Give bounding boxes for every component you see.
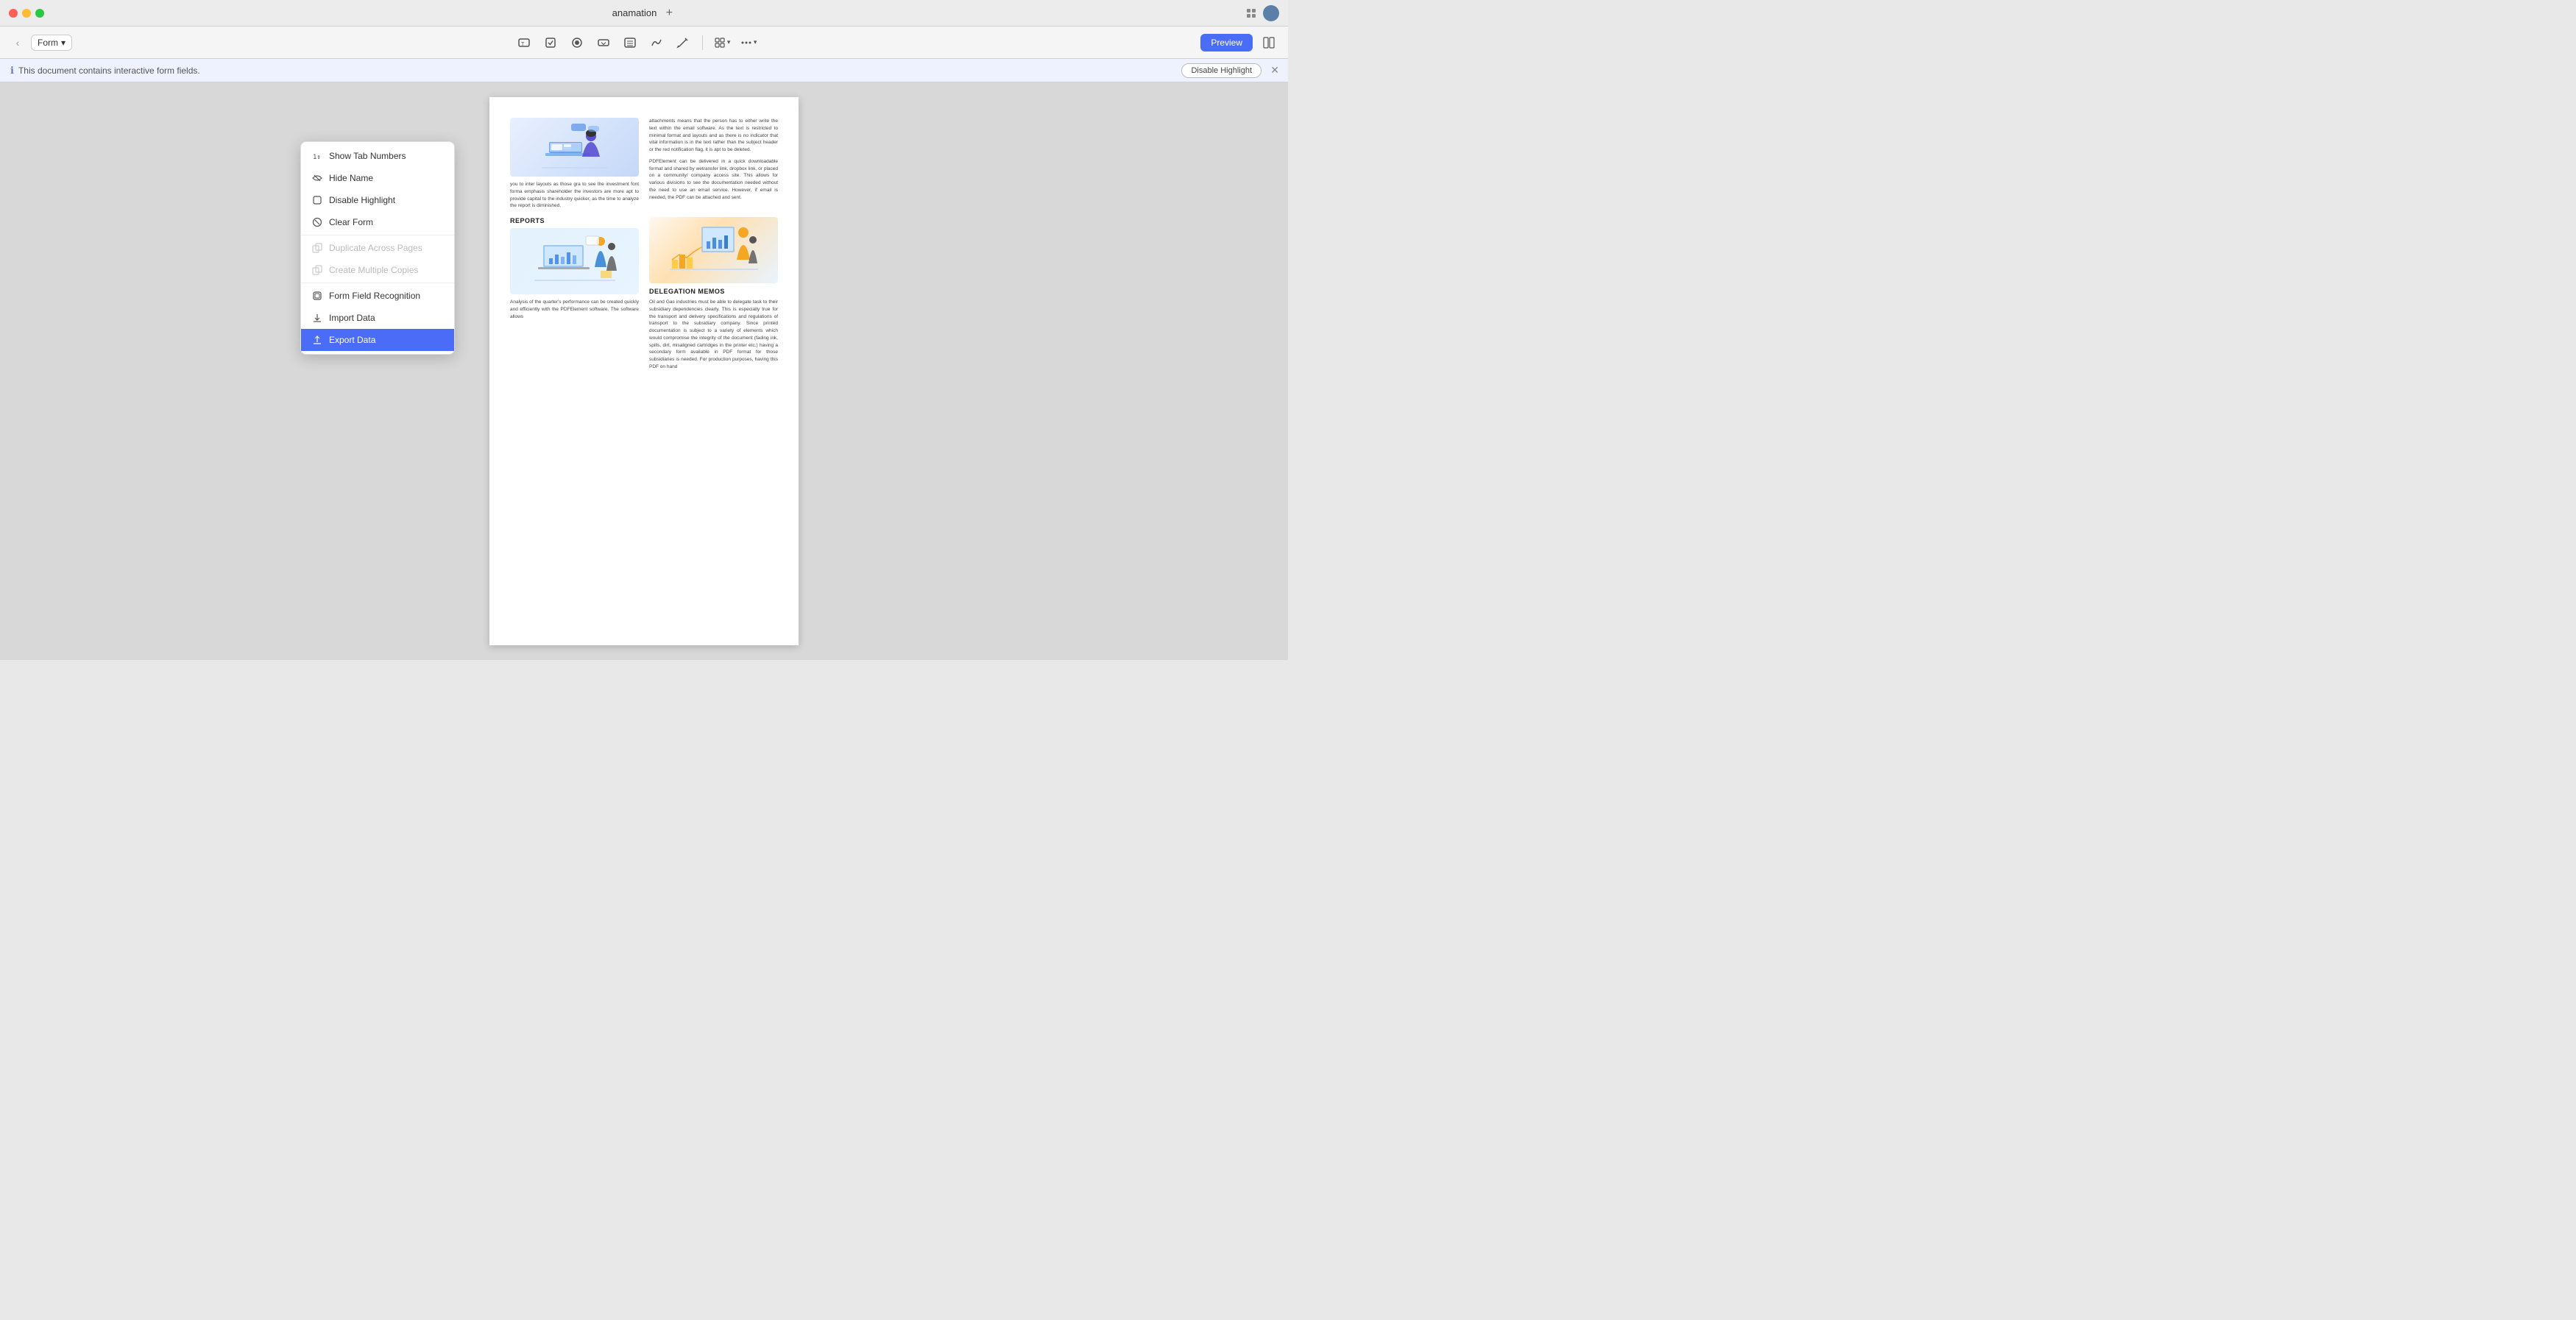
pdf-reports-illustration <box>510 228 639 294</box>
dropdown-menu: 1↕ Show Tab Numbers Hide Name Disable H <box>300 141 455 355</box>
hide-name-icon <box>311 172 323 184</box>
menu-item-hide-name[interactable]: Hide Name <box>301 167 454 189</box>
close-info-button[interactable]: ✕ <box>1270 64 1279 77</box>
pdf-right-col: attachments means that the person has to… <box>649 118 778 210</box>
pdf-reports-left: REPORTS <box>510 217 639 371</box>
menu-item-duplicate-across-pages: Duplicate Across Pages <box>301 237 454 259</box>
draw-icon[interactable] <box>673 32 693 53</box>
main-area: you to inter layouts as those gra to see… <box>0 82 1288 660</box>
pdf-reports-section: REPORTS <box>510 217 778 371</box>
pdf-left-text: you to inter layouts as those gra to see… <box>510 181 639 210</box>
import-data-icon <box>311 312 323 324</box>
avatar[interactable] <box>1263 5 1279 21</box>
duplicate-across-pages-label: Duplicate Across Pages <box>329 243 422 253</box>
title-bar: anamation + <box>0 0 1288 26</box>
toolbar-separator <box>702 35 703 50</box>
create-multiple-copies-label: Create Multiple Copies <box>329 265 418 275</box>
app-title: anamation <box>612 7 657 18</box>
info-bar: ℹ This document contains interactive for… <box>0 59 1288 82</box>
tab-numbers-icon: 1↕ <box>311 150 323 162</box>
multiple-copies-icon <box>311 264 323 276</box>
text-field-icon[interactable]: T <box>514 32 534 53</box>
svg-text:T: T <box>521 42 525 47</box>
menu-item-clear-form[interactable]: Clear Form <box>301 211 454 233</box>
toolbar-left: ‹ Form ▾ <box>9 34 72 52</box>
pdf-left-col: you to inter layouts as those gra to see… <box>510 118 639 210</box>
layout-toggle-icon[interactable] <box>1259 32 1279 53</box>
pdf-page: you to inter layouts as those gra to see… <box>489 97 799 645</box>
pdf-illustration-person <box>510 118 639 177</box>
menu-item-disable-highlight[interactable]: Disable Highlight <box>301 189 454 211</box>
minimize-button[interactable] <box>22 9 31 18</box>
dropdown-field-icon[interactable] <box>593 32 614 53</box>
list-field-icon[interactable] <box>620 32 640 53</box>
delegation-text: Oil and Gas industries must be able to d… <box>649 299 778 371</box>
new-tab-button[interactable]: + <box>662 7 676 20</box>
pdf-delegation-col: DELEGATION MEMOS Oil and Gas industries … <box>649 217 778 371</box>
title-right <box>1245 5 1279 21</box>
chevron-down-icon: ▾ <box>61 38 66 48</box>
reports-text: Analysis of the quarter's performance ca… <box>510 299 639 320</box>
menu-item-form-field-recognition[interactable]: Form Field Recognition <box>301 285 454 307</box>
pdf-body-text-2: PDFElement can be delivered in a quick d… <box>649 158 778 202</box>
import-data-label: Import Data <box>329 313 375 323</box>
export-data-icon <box>311 334 323 346</box>
delegation-title: DELEGATION MEMOS <box>649 288 778 295</box>
more-icon[interactable]: ▾ <box>738 32 759 53</box>
close-button[interactable] <box>9 9 18 18</box>
form-field-recognition-icon <box>311 290 323 302</box>
export-data-label: Export Data <box>329 335 375 345</box>
form-field-recognition-label: Form Field Recognition <box>329 291 420 301</box>
info-message: This document contains interactive form … <box>18 65 200 76</box>
arrange-icon[interactable]: ▾ <box>712 32 732 53</box>
hide-name-label: Hide Name <box>329 173 373 183</box>
traffic-lights <box>9 9 44 18</box>
form-label: Form <box>38 38 58 48</box>
toolbar-right: Preview <box>1200 32 1279 53</box>
toolbar: ‹ Form ▾ T <box>0 26 1288 59</box>
disable-highlight-label: Disable Highlight <box>329 195 395 205</box>
title-center: anamation + <box>612 7 676 20</box>
pdf-right-text: attachments means that the person has to… <box>649 118 778 154</box>
menu-item-export-data[interactable]: Export Data <box>301 329 454 351</box>
menu-item-import-data[interactable]: Import Data <box>301 307 454 329</box>
toolbar-center: T <box>75 32 1197 53</box>
disable-highlight-icon <box>311 194 323 206</box>
duplicate-icon <box>311 242 323 254</box>
menu-item-create-multiple-copies: Create Multiple Copies <box>301 259 454 281</box>
svg-text:1↕: 1↕ <box>313 154 321 161</box>
preview-button[interactable]: Preview <box>1200 34 1253 52</box>
signature-icon[interactable] <box>646 32 667 53</box>
radio-icon[interactable] <box>567 32 587 53</box>
pdf-delegation-illustration <box>649 217 778 283</box>
pdf-viewer[interactable]: you to inter layouts as those gra to see… <box>0 82 1288 660</box>
menu-item-show-tab-numbers[interactable]: 1↕ Show Tab Numbers <box>301 145 454 167</box>
clear-form-label: Clear Form <box>329 217 373 227</box>
pdf-top-section: you to inter layouts as those gra to see… <box>510 118 778 210</box>
clear-form-icon <box>311 216 323 228</box>
show-tab-numbers-label: Show Tab Numbers <box>329 151 406 161</box>
info-icon: ℹ <box>10 65 14 77</box>
maximize-button[interactable] <box>35 9 44 18</box>
window-grid-icon[interactable] <box>1245 7 1257 19</box>
form-dropdown[interactable]: Form ▾ <box>31 35 72 51</box>
reports-title: REPORTS <box>510 217 639 224</box>
disable-highlight-button[interactable]: Disable Highlight <box>1181 63 1262 78</box>
back-button[interactable]: ‹ <box>9 34 26 52</box>
checkbox-icon[interactable] <box>540 32 561 53</box>
